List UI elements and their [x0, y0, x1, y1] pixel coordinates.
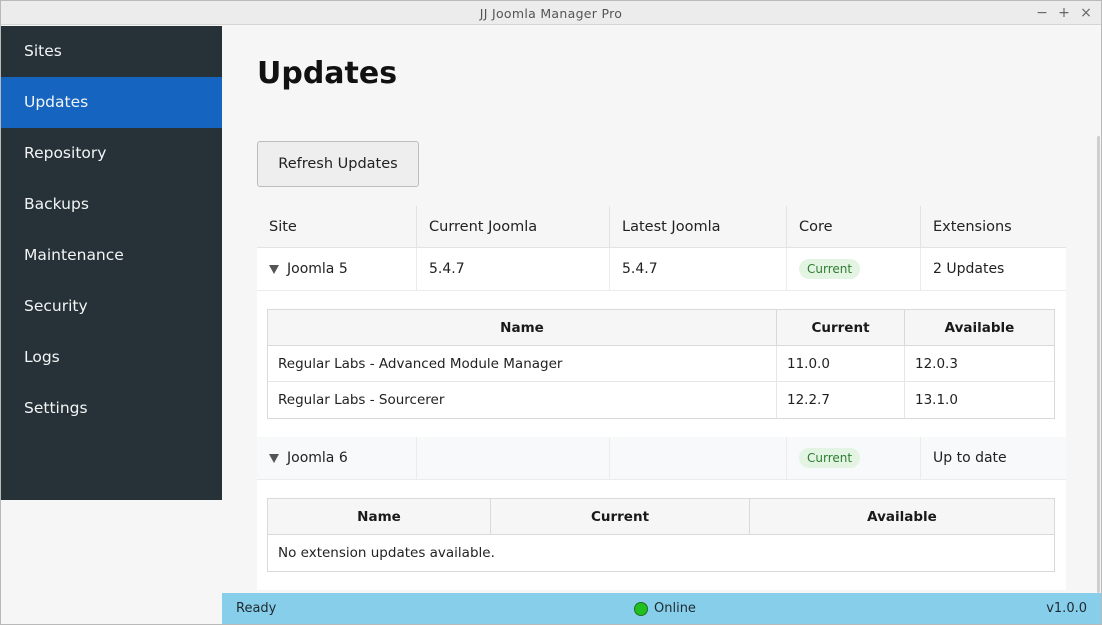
- extension-available-version: 13.1.0: [915, 392, 958, 408]
- table-header: Site Current Joomla Latest Joomla Core E…: [257, 206, 1066, 248]
- main-content: Updates Refresh Updates Site Current Joo…: [222, 26, 1101, 593]
- ext-column-header-current[interactable]: Current: [777, 310, 905, 345]
- sidebar: Sites Updates Repository Backups Mainten…: [1, 26, 222, 500]
- sidebar-item-settings[interactable]: Settings: [1, 383, 222, 434]
- extension-updates-table: Name Current Available No extension upda…: [267, 498, 1055, 572]
- ext-column-header-name[interactable]: Name: [268, 310, 777, 345]
- close-icon[interactable]: ×: [1077, 4, 1095, 22]
- status-text: Ready: [236, 601, 277, 616]
- ext-column-header-available[interactable]: Available: [905, 310, 1054, 345]
- extension-updates-table: Name Current Available Regular Labs - Ad…: [267, 309, 1055, 419]
- connection-status-label: Online: [654, 601, 696, 616]
- extension-row[interactable]: Regular Labs - Advanced Module Manager 1…: [268, 346, 1054, 382]
- expand-triangle-icon[interactable]: [269, 264, 279, 274]
- refresh-updates-button[interactable]: Refresh Updates: [257, 141, 419, 187]
- ext-column-header-name[interactable]: Name: [268, 499, 491, 534]
- latest-joomla-cell: [610, 437, 787, 479]
- extension-current-version: 11.0.0: [777, 346, 905, 381]
- version-label: v1.0.0: [1046, 601, 1087, 616]
- column-header-site[interactable]: Site: [257, 206, 417, 247]
- sidebar-item-sites[interactable]: Sites: [1, 26, 222, 77]
- column-header-extensions[interactable]: Extensions: [921, 206, 1066, 247]
- sidebar-filler: [1, 500, 222, 624]
- current-joomla-cell: 5.4.7: [417, 248, 610, 290]
- status-bar: Ready Online v1.0.0: [222, 593, 1101, 624]
- sidebar-item-security[interactable]: Security: [1, 281, 222, 332]
- extension-available-version: 12.0.3: [915, 355, 958, 372]
- empty-state-message: No extension updates available.: [278, 545, 495, 561]
- sidebar-item-logs[interactable]: Logs: [1, 332, 222, 383]
- extensions-cell: 2 Updates: [933, 261, 1005, 277]
- current-joomla-cell: [417, 437, 610, 479]
- site-cell: Joomla 5: [257, 248, 417, 290]
- expand-triangle-icon[interactable]: [269, 453, 279, 463]
- table-row[interactable]: Joomla 6 Current Up to date: [257, 437, 1066, 480]
- ext-column-header-available[interactable]: Available: [750, 499, 1054, 534]
- sidebar-item-maintenance[interactable]: Maintenance: [1, 230, 222, 281]
- empty-state-row: No extension updates available.: [268, 535, 1054, 571]
- scrollbar[interactable]: [1097, 136, 1100, 593]
- extension-current-version: 12.2.7: [777, 382, 905, 418]
- sidebar-item-updates[interactable]: Updates: [1, 77, 222, 128]
- title-bar[interactable]: JJ Joomla Manager Pro − + ×: [1, 1, 1101, 25]
- connection-status: Online: [634, 601, 696, 616]
- core-cell: Current: [787, 248, 921, 290]
- app-window: JJ Joomla Manager Pro − + × Sites Update…: [0, 0, 1102, 625]
- site-cell: Joomla 6: [257, 437, 417, 479]
- site-details-panel: Name Current Available No extension upda…: [257, 480, 1066, 590]
- extension-table-header: Name Current Available: [268, 310, 1054, 346]
- ext-column-header-current[interactable]: Current: [491, 499, 750, 534]
- sidebar-item-repository[interactable]: Repository: [1, 128, 222, 179]
- extensions-cell: Up to date: [933, 450, 1007, 466]
- column-header-core[interactable]: Core: [787, 206, 921, 247]
- online-indicator-icon: [634, 601, 648, 616]
- site-name: Joomla 5: [287, 261, 348, 277]
- column-header-latest-joomla[interactable]: Latest Joomla: [610, 206, 787, 247]
- extension-name: Regular Labs - Sourcerer: [268, 382, 777, 418]
- site-details-panel: Name Current Available Regular Labs - Ad…: [257, 291, 1066, 437]
- page-title: Updates: [257, 56, 398, 91]
- extension-name: Regular Labs - Advanced Module Manager: [268, 346, 777, 381]
- table-row[interactable]: Joomla 5 5.4.7 5.4.7 Current 2 Updates: [257, 248, 1066, 291]
- status-badge: Current: [799, 259, 861, 279]
- core-cell: Current: [787, 437, 921, 479]
- minimize-icon[interactable]: −: [1033, 4, 1051, 22]
- maximize-icon[interactable]: +: [1055, 4, 1073, 22]
- sidebar-item-backups[interactable]: Backups: [1, 179, 222, 230]
- extension-row[interactable]: Regular Labs - Sourcerer 12.2.7 13.1.0: [268, 382, 1054, 418]
- extension-table-header: Name Current Available: [268, 499, 1054, 535]
- site-name: Joomla 6: [287, 450, 348, 466]
- window-title: JJ Joomla Manager Pro: [479, 6, 623, 21]
- updates-table: Site Current Joomla Latest Joomla Core E…: [257, 206, 1066, 590]
- window-controls: − + ×: [1033, 4, 1095, 22]
- column-header-current-joomla[interactable]: Current Joomla: [417, 206, 610, 247]
- latest-joomla-cell: 5.4.7: [610, 248, 787, 290]
- status-badge: Current: [799, 448, 861, 468]
